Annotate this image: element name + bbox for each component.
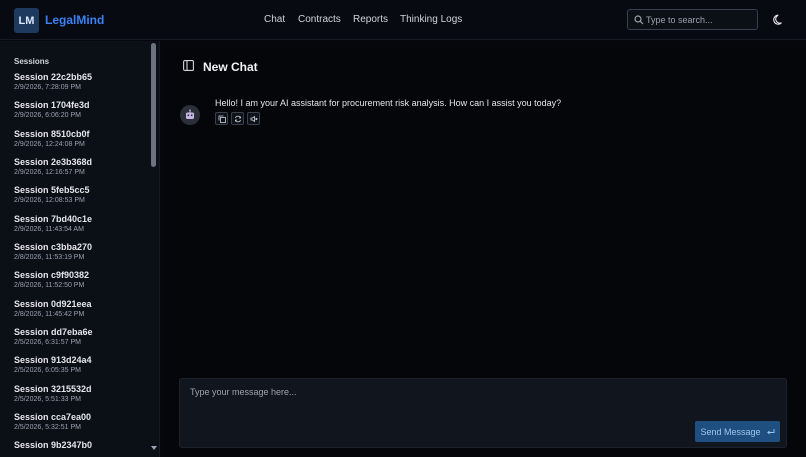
theme-toggle-button[interactable]	[773, 13, 787, 27]
copy-button[interactable]	[215, 112, 228, 125]
scrollbar-thumb[interactable]	[151, 43, 156, 167]
session-item[interactable]: Session c3bba270 2/8/2026, 11:53:19 PM	[14, 242, 144, 268]
session-time: 2/9/2026, 12:24:08 PM	[14, 141, 85, 148]
speaker-icon	[250, 115, 258, 122]
sidebar-title: Sessions	[14, 57, 50, 66]
session-name: Session 8510cb0f	[14, 129, 90, 139]
top-bar: LM LegalMind Chat Contracts Reports Thin…	[0, 0, 806, 40]
session-item[interactable]: Session 5feb5cc5 2/9/2026, 12:08:53 PM	[14, 185, 144, 211]
copy-icon	[218, 115, 226, 123]
session-name: Session 2e3b368d	[14, 157, 93, 167]
session-time: 2/9/2026, 12:16:57 PM	[14, 169, 85, 176]
session-item[interactable]: Session 2e3b368d 2/9/2026, 12:16:57 PM	[14, 157, 144, 183]
read-aloud-button[interactable]	[247, 112, 260, 125]
session-time: 2/9/2026, 7:28:09 PM	[14, 84, 81, 91]
session-item[interactable]: Session 9b2347b0	[14, 440, 144, 457]
session-time: 2/8/2026, 11:53:19 PM	[14, 254, 85, 261]
message-input[interactable]	[190, 387, 770, 409]
scroll-down-arrow-icon[interactable]	[150, 444, 158, 452]
sidebar-toggle-icon[interactable]	[183, 60, 194, 71]
session-time: 2/5/2026, 6:31:57 PM	[14, 339, 81, 346]
regenerate-button[interactable]	[231, 112, 244, 125]
bot-icon	[186, 109, 194, 119]
search-icon	[634, 15, 644, 25]
moon-icon	[773, 14, 782, 25]
session-item[interactable]: Session 3215532d 2/5/2026, 5:51:33 PM	[14, 384, 144, 410]
sidebar-scrollbar[interactable]	[149, 41, 158, 457]
session-name: Session 0d921eea	[14, 299, 92, 309]
session-item[interactable]: Session 913d24a4 2/5/2026, 6:05:35 PM	[14, 355, 144, 381]
send-message-button[interactable]: Send Message	[695, 421, 780, 442]
session-name: Session 1704fe3d	[14, 100, 90, 110]
chat-panel: New Chat Hello! I am your AI assistant f…	[166, 48, 806, 457]
assistant-avatar	[180, 105, 200, 125]
sessions-sidebar: Sessions Session 22c2bb65 2/9/2026, 7:28…	[0, 41, 160, 457]
session-time: 2/8/2026, 11:45:42 PM	[14, 311, 85, 318]
message-actions	[215, 112, 275, 126]
nav-item-thinking-logs[interactable]: Thinking Logs	[400, 14, 462, 25]
session-name: Session 22c2bb65	[14, 72, 93, 82]
session-item[interactable]: Session 0d921eea 2/8/2026, 11:45:42 PM	[14, 299, 144, 325]
session-name: Session 7bd40c1e	[14, 214, 93, 224]
session-time: 2/5/2026, 6:05:35 PM	[14, 367, 81, 374]
session-name: Session c9f90382	[14, 270, 90, 280]
nav-item-chat[interactable]: Chat	[264, 14, 285, 25]
session-time: 2/5/2026, 5:32:51 PM	[14, 424, 81, 431]
nav-item-reports[interactable]: Reports	[353, 14, 388, 25]
assistant-message: Hello! I am your AI assistant for procur…	[215, 98, 562, 108]
session-item[interactable]: Session cca7ea00 2/5/2026, 5:32:51 PM	[14, 412, 144, 438]
nav-item-contracts[interactable]: Contracts	[298, 14, 341, 25]
session-item[interactable]: Session 22c2bb65 2/9/2026, 7:28:09 PM	[14, 72, 144, 98]
regenerate-icon	[234, 115, 241, 122]
search-input[interactable]	[646, 12, 754, 28]
session-item[interactable]: Session 8510cb0f 2/9/2026, 12:24:08 PM	[14, 129, 144, 155]
session-time: 2/8/2026, 11:52:50 PM	[14, 282, 85, 289]
session-name: Session 3215532d	[14, 384, 92, 394]
session-name: Session 913d24a4	[14, 355, 92, 365]
session-item[interactable]: Session 7bd40c1e 2/9/2026, 11:43:54 AM	[14, 214, 144, 240]
search-box[interactable]	[627, 9, 758, 30]
session-name: Session cca7ea00	[14, 412, 92, 422]
chat-title: New Chat	[203, 60, 258, 74]
session-name: Session 5feb5cc5	[14, 185, 90, 195]
send-button-label: Send Message	[700, 426, 761, 437]
message-composer: Send Message	[179, 378, 787, 448]
session-item[interactable]: Session 1704fe3d 2/9/2026, 6:06:20 PM	[14, 100, 144, 126]
session-time: 2/5/2026, 5:51:33 PM	[14, 396, 81, 403]
session-name: Session 9b2347b0	[14, 440, 93, 450]
enter-icon	[766, 428, 774, 434]
session-item[interactable]: Session c9f90382 2/8/2026, 11:52:50 PM	[14, 270, 144, 296]
session-name: Session c3bba270	[14, 242, 93, 252]
session-name: Session dd7eba6e	[14, 327, 93, 337]
session-time: 2/9/2026, 12:08:53 PM	[14, 197, 85, 204]
session-item[interactable]: Session dd7eba6e 2/5/2026, 6:31:57 PM	[14, 327, 144, 353]
session-time: 2/9/2026, 11:43:54 AM	[14, 226, 84, 233]
session-time: 2/9/2026, 6:06:20 PM	[14, 112, 81, 119]
